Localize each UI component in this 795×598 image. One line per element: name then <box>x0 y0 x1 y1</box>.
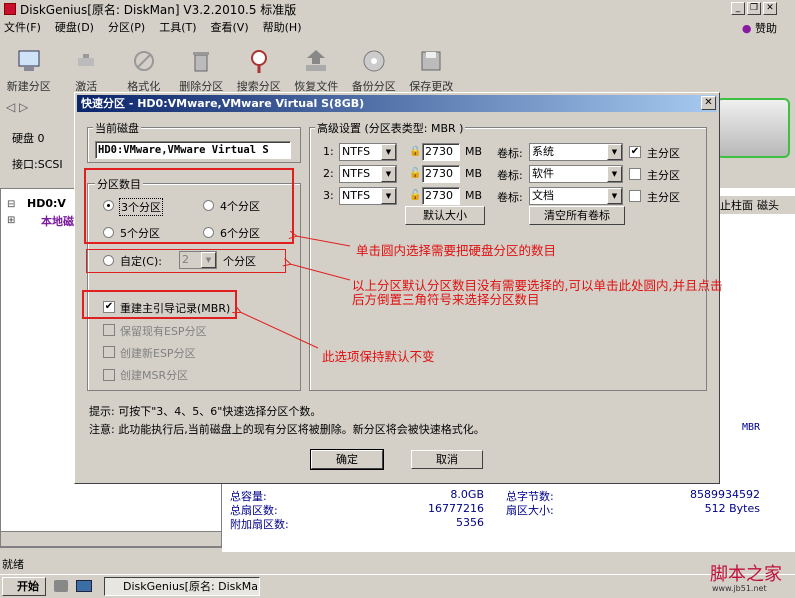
annotation-text-1: 单击圆内选择需要把硬盘分区的数目 <box>356 243 557 258</box>
annotation-text-4: 此选项保持默认不变 <box>322 349 435 364</box>
arrow-3 <box>240 312 319 349</box>
arrow-2 <box>290 264 351 281</box>
arrow-1 <box>296 236 351 247</box>
annotation-text-3: 后方倒置三角符号来选择分区数目 <box>352 292 540 307</box>
